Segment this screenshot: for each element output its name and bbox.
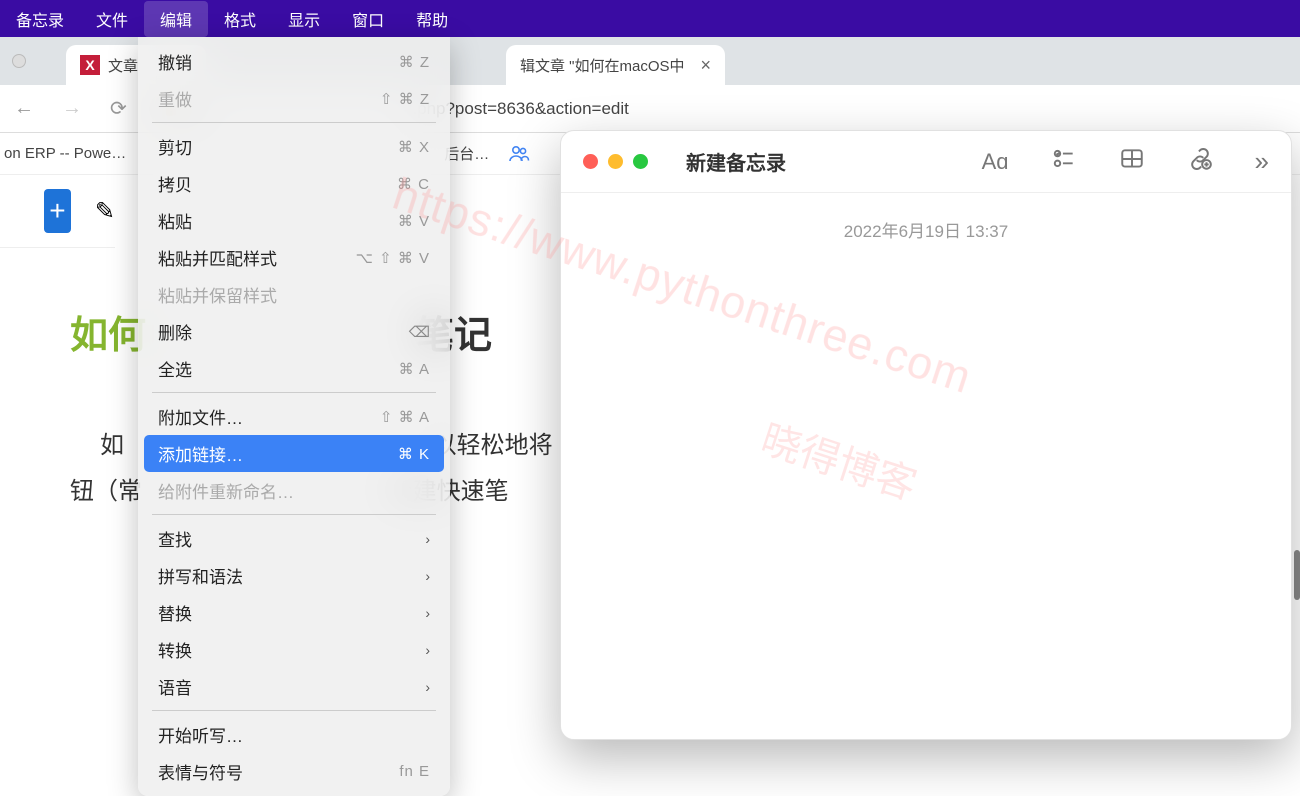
- backspace-icon: ⌫: [409, 323, 430, 341]
- nav-reload-icon[interactable]: ⟳: [104, 96, 133, 121]
- notes-date: 2022年6月19日 13:37: [561, 217, 1291, 242]
- menu-rename-attachment: 给附件重新命名…: [144, 472, 444, 509]
- menu-undo[interactable]: 撤销⌘ Z: [144, 43, 444, 80]
- menu-spelling[interactable]: 拼写和语法›: [144, 557, 444, 594]
- notes-body[interactable]: 2022年6月19日 13:37: [561, 193, 1291, 242]
- menu-select-all[interactable]: 全选⌘ A: [144, 350, 444, 387]
- notes-title: 新建备忘录: [686, 147, 786, 176]
- menu-separator: [152, 710, 436, 711]
- people-icon[interactable]: [507, 142, 531, 166]
- menu-paste-match[interactable]: 粘贴并匹配样式⌥ ⇧ ⌘ V: [144, 239, 444, 276]
- menu-find[interactable]: 查找›: [144, 520, 444, 557]
- menubar-window[interactable]: 窗口: [336, 1, 400, 37]
- notes-window: 新建备忘录 Aɑ » 2022年6月19日 13:37: [560, 130, 1292, 740]
- article-heading: 如何: [70, 304, 146, 359]
- chevron-right-icon: ›: [425, 642, 430, 658]
- menubar-app[interactable]: 备忘录: [0, 1, 80, 37]
- window-control-dot[interactable]: [12, 54, 26, 68]
- more-icon[interactable]: »: [1255, 146, 1269, 177]
- menubar-edit[interactable]: 编辑: [144, 1, 208, 37]
- browser-tab-2[interactable]: 辑文章 "如何在macOS中 ×: [506, 45, 725, 85]
- menu-substitutions[interactable]: 替换›: [144, 594, 444, 631]
- nav-back-icon[interactable]: ←: [8, 97, 40, 120]
- menu-separator: [152, 392, 436, 393]
- menu-transformations[interactable]: 转换›: [144, 631, 444, 668]
- menu-emoji[interactable]: 表情与符号fn E: [144, 753, 444, 790]
- traffic-light-zoom[interactable]: [633, 154, 648, 169]
- system-menubar: 备忘录 文件 编辑 格式 显示 窗口 帮助: [0, 0, 1300, 37]
- menubar-view[interactable]: 显示: [272, 1, 336, 37]
- scrollbar-thumb[interactable]: [1294, 550, 1300, 600]
- add-block-button[interactable]: +: [44, 189, 71, 233]
- menu-separator: [152, 122, 436, 123]
- traffic-light-minimize[interactable]: [608, 154, 623, 169]
- menu-separator: [152, 514, 436, 515]
- menu-attach-file[interactable]: 附加文件…⇧ ⌘ A: [144, 398, 444, 435]
- menu-start-dictation[interactable]: 开始听写…: [144, 716, 444, 753]
- tab-close-icon[interactable]: ×: [701, 55, 712, 76]
- menu-delete[interactable]: 删除⌫: [144, 313, 444, 350]
- notes-toolbar: Aɑ »: [982, 146, 1269, 178]
- chevron-right-icon: ›: [425, 568, 430, 584]
- link-icon[interactable]: [1187, 146, 1213, 178]
- bookmark-item[interactable]: on ERP -- Powe…: [4, 145, 126, 162]
- chevron-right-icon: ›: [425, 531, 430, 547]
- menu-speech[interactable]: 语音›: [144, 668, 444, 705]
- chevron-right-icon: ›: [425, 605, 430, 621]
- menu-copy[interactable]: 拷贝⌘ C: [144, 165, 444, 202]
- checklist-icon[interactable]: [1051, 146, 1077, 178]
- menu-paste-keep: 粘贴并保留样式: [144, 276, 444, 313]
- traffic-light-close[interactable]: [583, 154, 598, 169]
- menubar-format[interactable]: 格式: [208, 1, 272, 37]
- menu-paste[interactable]: 粘贴⌘ V: [144, 202, 444, 239]
- pen-icon[interactable]: ✎: [95, 197, 115, 226]
- menu-cut[interactable]: 剪切⌘ X: [144, 128, 444, 165]
- bookmark-item[interactable]: 后台…: [444, 143, 489, 164]
- tab-label: 文章: [108, 55, 138, 76]
- tab-label: 辑文章 "如何在macOS中: [520, 55, 685, 76]
- table-icon[interactable]: [1119, 146, 1145, 178]
- notes-titlebar: 新建备忘录 Aɑ »: [561, 131, 1291, 193]
- menu-add-link[interactable]: 添加链接…⌘ K: [144, 435, 444, 472]
- menubar-file[interactable]: 文件: [80, 1, 144, 37]
- chevron-right-icon: ›: [425, 679, 430, 695]
- tab-favicon: X: [80, 55, 100, 75]
- nav-fwd-icon: →: [56, 97, 88, 120]
- menubar-help[interactable]: 帮助: [400, 1, 464, 37]
- format-text-icon[interactable]: Aɑ: [982, 149, 1009, 175]
- edit-menu-dropdown: 撤销⌘ Z 重做⇧ ⌘ Z 剪切⌘ X 拷贝⌘ C 粘贴⌘ V 粘贴并匹配样式⌥…: [138, 37, 450, 796]
- editor-toolbar: + ✎: [0, 175, 115, 248]
- menu-redo: 重做⇧ ⌘ Z: [144, 80, 444, 117]
